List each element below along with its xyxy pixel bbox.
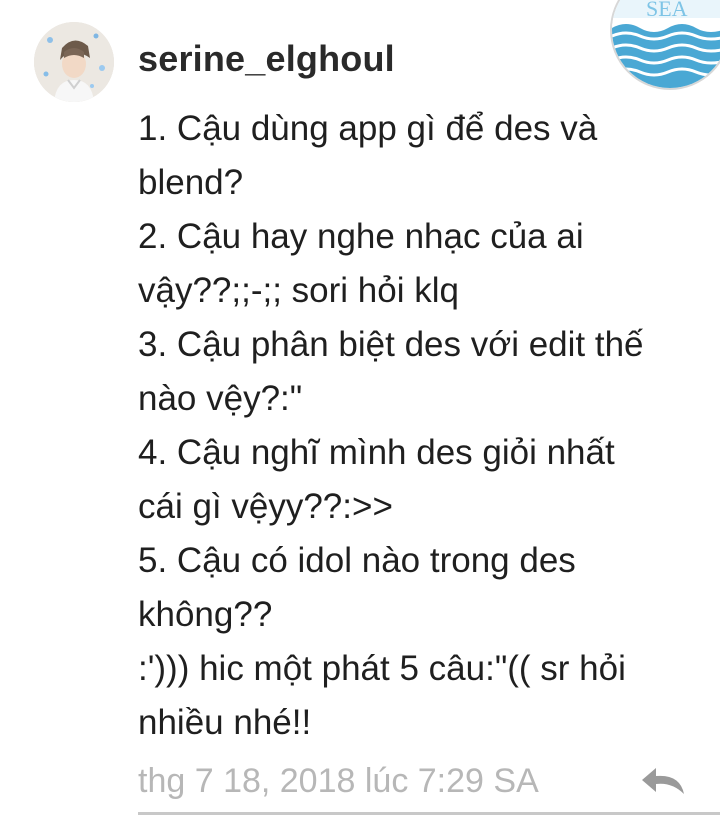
sea-logo-badge: SEA — [610, 0, 720, 90]
comment-line: vậy??;;-;; sori hỏi klq — [138, 271, 459, 310]
comment-line: blend? — [138, 163, 244, 202]
comment-username[interactable]: serine_elghoul — [138, 38, 395, 80]
svg-text:SEA: SEA — [646, 0, 688, 21]
reply-arrow-icon[interactable] — [640, 764, 686, 798]
comment-line: cái gì vệyy??:>> — [138, 487, 393, 526]
comment-line: 2. Cậu hay nghe nhạc của ai — [138, 217, 584, 256]
comment-line: không?? — [138, 595, 273, 634]
comment-timestamp: thg 7 18, 2018 lúc 7:29 SA — [138, 762, 539, 800]
user-avatar[interactable] — [34, 22, 114, 102]
comment-line: nhiều nhé!! — [138, 703, 312, 742]
avatar-photo-icon — [34, 22, 114, 102]
comment-line: 5. Cậu có idol nào trong des — [138, 541, 576, 580]
comment-line: 3. Cậu phân biệt des với edit thế — [138, 325, 644, 364]
comment-line: 1. Cậu dùng app gì để des và — [138, 109, 598, 148]
sea-logo-icon: SEA — [612, 0, 720, 88]
comment-line: nào vệy?:" — [138, 379, 303, 418]
comment-text: 1. Cậu dùng app gì để des và blend? 2. C… — [138, 102, 698, 750]
comment-line: 4. Cậu nghĩ mình des giỏi nhất — [138, 433, 615, 472]
comment-line: :'))) hic một phát 5 câu:"(( sr hỏi — [138, 649, 626, 688]
